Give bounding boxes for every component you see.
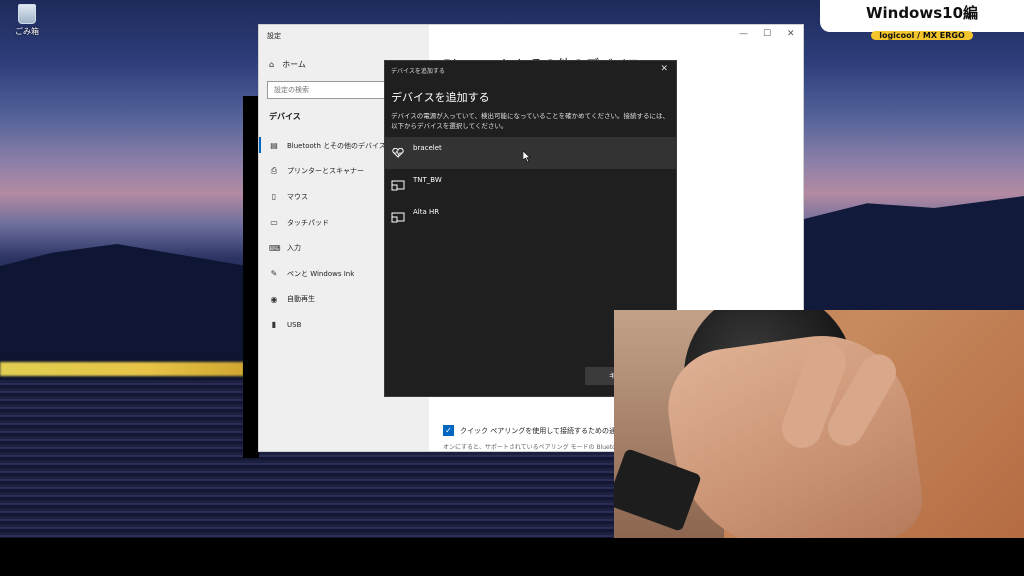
device-name: bracelet <box>413 144 442 152</box>
minimize-icon[interactable]: — <box>739 29 748 39</box>
maximize-icon[interactable]: ☐ <box>763 29 771 39</box>
badge-subtitle: logicool / MX ERGO <box>871 31 973 40</box>
settings-titlebar: 設定 — ☐ ✕ <box>259 25 803 47</box>
device-list: bracelet TNT_BW Alta HR <box>385 137 676 233</box>
nav-section-title: デバイス <box>269 112 301 121</box>
device-name: TNT_BW <box>413 176 442 184</box>
display-device-icon <box>391 212 405 223</box>
nav-home-label: ホーム <box>282 60 306 69</box>
nav-home[interactable]: ⌂ ホーム <box>269 59 306 70</box>
checkmark-icon[interactable]: ✓ <box>443 425 454 436</box>
keyboard-icon: ⌨ <box>269 243 281 253</box>
badge-title: Windows10編 <box>865 4 979 22</box>
cursor-icon <box>522 147 531 166</box>
quick-pair-description: オンにすると、サポートされているペアリング モードの Bluetooth <box>443 444 626 451</box>
mouse-icon: ▯ <box>271 192 277 202</box>
dialog-description: デバイスの電源が入っていて、検出可能になっていることを確かめてください。接続する… <box>391 112 669 130</box>
quick-pair-option[interactable]: ✓ クイック ペアリングを使用して接続するための通知を表 <box>443 425 637 436</box>
sidebar-item-label: 自動再生 <box>287 295 315 304</box>
pen-icon: ✎ <box>270 269 278 279</box>
close-icon[interactable]: ✕ <box>787 29 795 39</box>
camera-overlay <box>614 310 1024 538</box>
display-device-icon <box>391 180 405 191</box>
device-item-bracelet[interactable]: bracelet <box>385 137 676 169</box>
heart-rate-icon <box>391 148 405 158</box>
dialog-window-title: デバイスを追加する <box>391 68 445 75</box>
home-icon: ⌂ <box>269 60 275 69</box>
device-item-tnt-bw[interactable]: TNT_BW <box>385 169 676 201</box>
recycle-bin-shortcut[interactable]: ごみ箱 <box>12 4 42 37</box>
printer-icon: ⎙ <box>270 166 278 176</box>
sidebar-item-label: Bluetooth とその他のデバイス <box>287 141 386 150</box>
sidebar-item-label: USB <box>287 320 302 329</box>
touchpad-icon: ▭ <box>270 218 278 228</box>
dialog-heading: デバイスを追加する <box>391 91 490 104</box>
recycle-bin-label: ごみ箱 <box>15 27 39 36</box>
close-icon[interactable]: ✕ <box>660 64 668 74</box>
quick-pair-label: クイック ペアリングを使用して接続するための通知を表 <box>460 426 638 435</box>
device-item-alta-hr[interactable]: Alta HR <box>385 201 676 233</box>
light-trail <box>0 362 244 376</box>
video-badge: Windows10編 logicool / MX ERGO <box>820 0 1024 40</box>
mountain-right <box>800 196 1024 316</box>
mountain-left <box>0 244 260 354</box>
usb-icon: ▮ <box>271 320 277 330</box>
window-shadow <box>243 96 259 458</box>
device-name: Alta HR <box>413 208 440 216</box>
recycle-bin-icon <box>18 4 36 24</box>
sidebar-item-label: プリンターとスキャナー <box>287 167 364 176</box>
sidebar-item-label: ペンと Windows Ink <box>287 269 355 278</box>
autoplay-icon: ◉ <box>270 294 278 304</box>
sidebar-item-label: タッチパッド <box>287 218 329 227</box>
bottom-black-bar <box>0 538 1024 576</box>
sidebar-item-label: 入力 <box>287 244 301 253</box>
dialog-titlebar: デバイスを追加する ✕ <box>385 61 676 79</box>
sidebar-item-label: マウス <box>287 192 308 201</box>
bluetooth-devices-icon: ▤ <box>270 141 278 151</box>
settings-window-title: 設定 <box>267 32 281 40</box>
